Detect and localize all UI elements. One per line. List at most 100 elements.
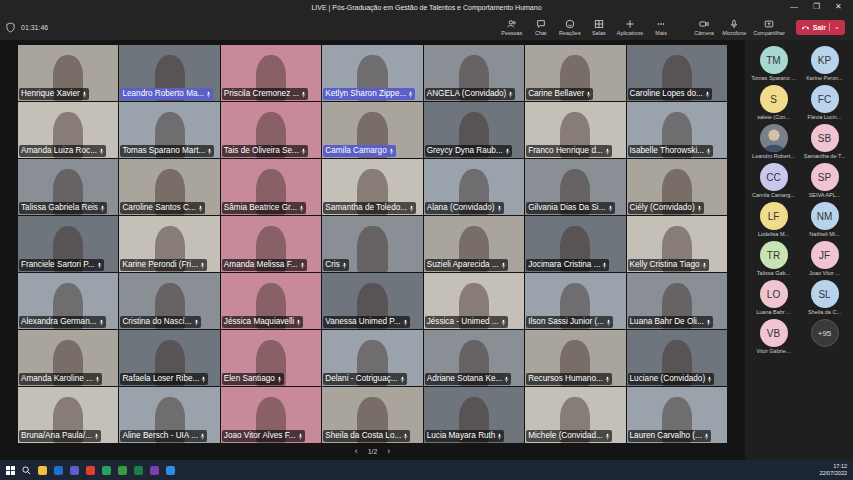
participant-avatar-item[interactable]: NMNathieli Mi... (800, 202, 849, 239)
video-tile[interactable]: Ciély (Convidado) (627, 159, 727, 215)
toolbar-button[interactable]: Aplicativos (615, 19, 645, 36)
taskbar-app-icon[interactable] (166, 466, 175, 475)
taskbar-app-icon[interactable] (150, 466, 159, 475)
toolbar-button[interactable]: Microfone (720, 19, 748, 36)
windows-start-icon[interactable] (6, 466, 15, 475)
participant-avatar-name: Karine Peron... (806, 75, 843, 81)
participant-name-tag: Isabelle Thorowski... (628, 145, 713, 157)
video-tile[interactable]: Caroline Lopes do... (627, 45, 727, 101)
participant-avatar-item[interactable]: +95 (800, 319, 849, 356)
toolbar-button[interactable]: Reações (557, 19, 583, 36)
video-tile[interactable]: Carine Bellaver (525, 45, 625, 101)
video-tile[interactable]: Aline Bersch - UIA ... (119, 387, 219, 443)
taskbar-app-icon[interactable] (38, 466, 47, 475)
video-tile[interactable]: Jocimara Cristina ... (525, 216, 625, 272)
video-tile[interactable]: ANGELA (Convidado) (424, 45, 524, 101)
participant-avatar-item[interactable]: KPKarine Peron... (800, 46, 849, 83)
video-tile[interactable]: Karine Perondi (Fri... (119, 216, 219, 272)
video-tile[interactable]: Amanda Melissa F... (221, 216, 321, 272)
taskbar-app-icon[interactable] (102, 466, 111, 475)
taskbar-app-icon[interactable] (70, 466, 79, 475)
taskbar-apps (6, 466, 175, 475)
video-tile[interactable]: Talissa Gabriela Reis (18, 159, 118, 215)
next-page-button[interactable]: › (387, 447, 390, 456)
video-tile[interactable]: Sheila da Costa Lo... (322, 387, 422, 443)
video-tile[interactable]: Luciane (Convidado) (627, 330, 727, 386)
window-title: LIVE | Pós-Graduação em Gestão de Talent… (311, 4, 541, 11)
participant-avatar-item[interactable]: Leandro Robert... (749, 124, 798, 161)
participant-avatar-item[interactable]: SBSamantha de T... (800, 124, 849, 161)
taskbar-app-icon[interactable] (118, 466, 127, 475)
video-tile[interactable]: Ilson Sassi Junior (... (525, 273, 625, 329)
video-tile[interactable]: Tomas Sparano Mart... (119, 102, 219, 158)
participant-avatar-item[interactable]: TRTalissa Gab... (749, 241, 798, 278)
participant-avatar-item[interactable]: SLSheila da C... (800, 280, 849, 317)
video-tile[interactable]: Rafaela Loser Ribe... (119, 330, 219, 386)
video-grid: Henrique XavierLeandro Roberto Ma...Pris… (0, 40, 745, 443)
video-tile[interactable]: Camila Camargo (322, 102, 422, 158)
video-tile[interactable]: Elen Santiago (221, 330, 321, 386)
taskbar-app-icon[interactable] (134, 466, 143, 475)
video-tile[interactable]: Franciele Sartori P... (18, 216, 118, 272)
video-tile[interactable]: Adriane Sotana Ke... (424, 330, 524, 386)
participant-avatar-item[interactable]: CCCamila Camarg... (749, 163, 798, 200)
toolbar-button[interactable]: Câmera (691, 19, 717, 36)
video-tile[interactable]: Vanessa Unimed P... (322, 273, 422, 329)
video-tile[interactable]: Franco Henrique d... (525, 102, 625, 158)
toolbar-button[interactable]: Salas (586, 19, 612, 36)
taskbar-app-icon[interactable] (54, 466, 63, 475)
toolbar-button[interactable]: Pessoas (499, 19, 525, 36)
participant-name-tag: Joao Vitor Alves F... (222, 430, 305, 442)
leave-button[interactable]: Sair⌄ (796, 20, 845, 35)
video-tile[interactable]: Cristina do Nascí... (119, 273, 219, 329)
search-icon[interactable] (22, 466, 31, 475)
video-tile[interactable]: Priscila Cremonez ... (221, 45, 321, 101)
window-control-button[interactable]: ❐ (805, 0, 827, 13)
video-tile[interactable]: Samantha de Toledo... (322, 159, 422, 215)
video-tile[interactable]: Greycy Dyna Raub... (424, 102, 524, 158)
video-tile[interactable]: Recursos Humano... (525, 330, 625, 386)
leave-options-chevron[interactable]: ⌄ (829, 23, 840, 31)
video-tile[interactable]: Amanda Karoline ... (18, 330, 118, 386)
video-tile[interactable]: Amanda Luiza Roc... (18, 102, 118, 158)
participant-avatar-item[interactable]: JFJoao Vitor ... (800, 241, 849, 278)
video-tile[interactable]: Delani - Cotriguaç... (322, 330, 422, 386)
video-tile[interactable]: Jéssica - Unimed ... (424, 273, 524, 329)
video-tile[interactable]: Caroline Santos C... (119, 159, 219, 215)
video-tile[interactable]: Joao Vitor Alves F... (221, 387, 321, 443)
video-tile[interactable]: Isabelle Thorowski... (627, 102, 727, 158)
toolbar-button[interactable]: Mais (648, 19, 674, 36)
video-tile[interactable]: Alana (Convidado) (424, 159, 524, 215)
video-tile[interactable]: Henrique Xavier (18, 45, 118, 101)
window-control-button[interactable]: — (783, 0, 805, 13)
participant-avatar-item[interactable]: SPSEIVA APL... (800, 163, 849, 200)
video-tile[interactable]: Michele (Convidad... (525, 387, 625, 443)
toolbar-button[interactable]: Compartilhar (751, 19, 786, 36)
video-tile[interactable]: Sâmia Beatrice Gr... (221, 159, 321, 215)
video-tile[interactable]: Cris (322, 216, 422, 272)
video-tile[interactable]: Bruna/Ana Paula/... (18, 387, 118, 443)
previous-page-button[interactable]: ‹ (355, 447, 358, 456)
mic-icon (100, 205, 105, 212)
video-tile[interactable]: Ketlyn Sharon Zippe... (322, 45, 422, 101)
toolbar-button-label: Mais (655, 30, 667, 36)
video-tile[interactable]: Suzieli Aparecida ... (424, 216, 524, 272)
participant-avatar-item[interactable]: VBVitor Gabrie... (749, 319, 798, 356)
video-tile[interactable]: Leandro Roberto Ma... (119, 45, 219, 101)
participant-avatar-item[interactable]: Ssalete (Con... (749, 85, 798, 122)
participant-avatar-item[interactable]: FCFlavia Lucin... (800, 85, 849, 122)
video-tile[interactable]: Gilvania Dias Da Si... (525, 159, 625, 215)
video-tile[interactable]: Kelly Cristina Tiago (627, 216, 727, 272)
video-tile[interactable]: Tais de Oliveira Se... (221, 102, 321, 158)
video-tile[interactable]: Luana Bahr De Oli... (627, 273, 727, 329)
video-tile[interactable]: Jéssica Maquiavelli (221, 273, 321, 329)
participant-avatar-item[interactable]: LFLodelisa M... (749, 202, 798, 239)
taskbar-app-icon[interactable] (86, 466, 95, 475)
video-tile[interactable]: Alexandra German... (18, 273, 118, 329)
toolbar-button[interactable]: Chat (528, 19, 554, 36)
participant-avatar-item[interactable]: LOLuana Bahr ... (749, 280, 798, 317)
video-tile[interactable]: Lucia Mayara Ruth (424, 387, 524, 443)
participant-avatar-item[interactable]: TMTomas Sparano ... (749, 46, 798, 83)
window-control-button[interactable]: ✕ (827, 0, 849, 13)
video-tile[interactable]: Lauren Carvalho (... (627, 387, 727, 443)
